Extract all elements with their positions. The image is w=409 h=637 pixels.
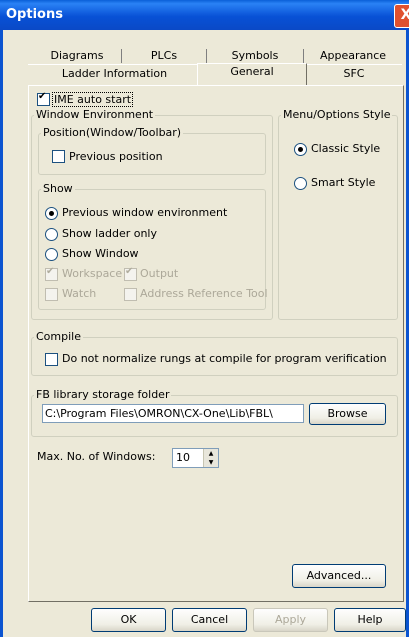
previous-window-environment-radio[interactable] — [45, 207, 58, 220]
menu-options-style-title: Menu/Options Style — [281, 108, 393, 121]
workspace-checkbox[interactable] — [45, 266, 58, 281]
output-label: Output — [140, 267, 179, 280]
cancel-button[interactable]: Cancel — [172, 608, 247, 632]
tab-appearance[interactable]: Appearance — [304, 48, 402, 63]
fb-library-path-input[interactable] — [42, 404, 304, 423]
close-icon: X — [400, 7, 409, 23]
show-window-label[interactable]: Show Window — [62, 247, 139, 260]
ime-auto-start-label[interactable]: IME auto start — [52, 92, 134, 107]
spin-up-icon[interactable]: ▲ — [203, 449, 218, 458]
tab-general[interactable]: General — [197, 63, 307, 86]
fb-library-group-title: FB library storage folder — [34, 388, 172, 401]
position-group-title: Position(Window/Toolbar) — [41, 126, 184, 139]
help-button[interactable]: Help — [334, 608, 406, 632]
address-reference-tool-label: Address Reference Tool — [140, 287, 268, 300]
close-button[interactable]: X — [394, 4, 409, 28]
tab-symbols[interactable]: Symbols — [207, 48, 303, 63]
browse-button[interactable]: Browse — [309, 403, 386, 425]
tab-sfc[interactable]: SFC — [306, 66, 402, 81]
smart-style-radio[interactable] — [294, 177, 307, 190]
window-title: Options — [6, 7, 63, 22]
max-windows-label: Max. No. of Windows: — [37, 450, 156, 463]
window-environment-title: Window Environment — [34, 108, 156, 121]
apply-button[interactable]: Apply — [253, 608, 328, 632]
watch-label: Watch — [62, 287, 97, 300]
ok-button[interactable]: OK — [91, 608, 166, 632]
smart-style-label[interactable]: Smart Style — [311, 176, 375, 189]
classic-style-radio[interactable] — [294, 143, 307, 156]
previous-position-label[interactable]: Previous position — [69, 150, 163, 163]
tab-plcs[interactable]: PLCs — [122, 48, 206, 63]
previous-window-environment-label[interactable]: Previous window environment — [62, 206, 227, 219]
spin-down-icon[interactable]: ▼ — [203, 458, 218, 467]
tab-ladder-information[interactable]: Ladder Information — [33, 66, 196, 81]
output-checkbox[interactable] — [124, 266, 137, 281]
classic-style-label[interactable]: Classic Style — [311, 142, 380, 155]
advanced-button[interactable]: Advanced... — [292, 564, 386, 588]
max-windows-spinner[interactable]: 10 ▲ ▼ — [172, 448, 219, 468]
window-frame-left — [0, 30, 3, 637]
show-group-title: Show — [41, 182, 75, 195]
previous-position-checkbox[interactable] — [52, 150, 65, 163]
address-reference-tool-checkbox[interactable] — [124, 288, 137, 301]
max-windows-value: 10 — [176, 451, 190, 464]
show-ladder-only-radio[interactable] — [45, 228, 58, 241]
show-ladder-only-label[interactable]: Show ladder only — [62, 227, 157, 240]
ime-auto-start-checkbox[interactable] — [37, 91, 50, 106]
do-not-normalize-label[interactable]: Do not normalize rungs at compile for pr… — [62, 352, 387, 365]
watch-checkbox[interactable] — [45, 288, 58, 301]
show-window-radio[interactable] — [45, 248, 58, 261]
do-not-normalize-checkbox[interactable] — [45, 353, 58, 366]
tab-diagrams[interactable]: Diagrams — [33, 48, 121, 63]
compile-group-title: Compile — [34, 330, 83, 343]
workspace-label: Workspace — [62, 267, 123, 280]
